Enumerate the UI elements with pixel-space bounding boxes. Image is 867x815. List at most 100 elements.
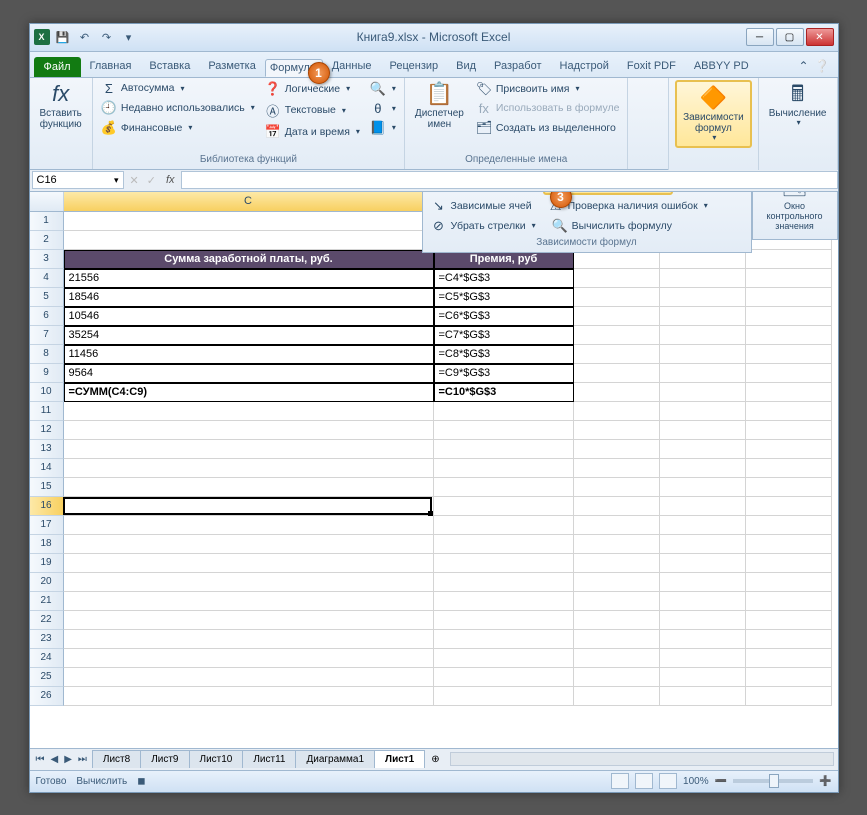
cell[interactable]	[434, 535, 574, 554]
cell[interactable]	[746, 478, 832, 497]
remove-arrows-button[interactable]: ⊘Убрать стрелки▾	[429, 217, 538, 235]
cell[interactable]	[660, 402, 746, 421]
cell[interactable]	[64, 459, 434, 478]
row-header[interactable]: 25	[30, 668, 64, 687]
sheet-tab[interactable]: Лист1	[374, 750, 425, 768]
cell[interactable]	[434, 630, 574, 649]
row-header[interactable]: 24	[30, 649, 64, 668]
ribbon-minimize-icon[interactable]: ⌃	[798, 59, 808, 73]
cell[interactable]	[660, 554, 746, 573]
row-header[interactable]: 18	[30, 535, 64, 554]
cell[interactable]: 10546	[64, 307, 434, 326]
cell[interactable]	[574, 459, 660, 478]
cell[interactable]	[660, 326, 746, 345]
cell[interactable]	[574, 269, 660, 288]
zoom-slider[interactable]	[733, 779, 813, 783]
cell[interactable]	[660, 364, 746, 383]
cell[interactable]	[434, 649, 574, 668]
cell[interactable]	[434, 497, 574, 516]
more-button[interactable]: 📘▾	[368, 119, 398, 137]
row-header[interactable]: 6	[30, 307, 64, 326]
cell[interactable]	[64, 630, 434, 649]
row-header[interactable]: 23	[30, 630, 64, 649]
row-header[interactable]: 2	[30, 231, 64, 250]
sheet-tab[interactable]: Лист10	[189, 750, 244, 768]
cell[interactable]	[574, 383, 660, 402]
cell[interactable]	[746, 649, 832, 668]
cell[interactable]	[574, 421, 660, 440]
cell[interactable]	[574, 364, 660, 383]
row-header[interactable]: 19	[30, 554, 64, 573]
horizontal-scrollbar[interactable]	[450, 752, 834, 766]
cell[interactable]	[746, 592, 832, 611]
cell[interactable]	[746, 459, 832, 478]
cell[interactable]	[574, 592, 660, 611]
sheet-tab[interactable]: Лист8	[92, 750, 141, 768]
cell[interactable]: 9564	[64, 364, 434, 383]
sheet-nav-next-icon[interactable]: ▶	[62, 754, 74, 765]
close-button[interactable]: ✕	[806, 28, 834, 46]
cell[interactable]	[574, 611, 660, 630]
cell[interactable]	[660, 288, 746, 307]
qat-dropdown-icon[interactable]: ▾	[120, 28, 138, 46]
row-header[interactable]: 12	[30, 421, 64, 440]
cell[interactable]	[746, 440, 832, 459]
cell[interactable]	[434, 592, 574, 611]
autosum-button[interactable]: ΣАвтосумма▾	[99, 80, 257, 97]
cell[interactable]	[660, 307, 746, 326]
minimize-button[interactable]: ─	[746, 28, 774, 46]
sheet-tab[interactable]: Лист11	[242, 750, 296, 768]
formula-input[interactable]	[181, 171, 838, 189]
tab-data[interactable]: Данные	[323, 55, 381, 77]
row-header[interactable]: 4	[30, 269, 64, 288]
fx-button[interactable]: fx	[160, 174, 181, 186]
cell[interactable]	[746, 668, 832, 687]
sheet-nav-last-icon[interactable]: ⏭	[76, 754, 89, 765]
cell[interactable]	[660, 269, 746, 288]
cell[interactable]: =C9*$G$3	[434, 364, 574, 383]
view-pagebreak-button[interactable]	[659, 773, 677, 789]
row-header[interactable]: 15	[30, 478, 64, 497]
row-header[interactable]: 9	[30, 364, 64, 383]
row-header[interactable]: 1	[30, 212, 64, 231]
name-manager-button[interactable]: 📋 Диспетчер имен	[411, 80, 468, 132]
cell[interactable]	[64, 687, 434, 706]
cell[interactable]	[660, 516, 746, 535]
row-header[interactable]: 8	[30, 345, 64, 364]
tab-layout[interactable]: Разметка	[199, 55, 265, 77]
cell[interactable]	[746, 402, 832, 421]
cell[interactable]	[660, 497, 746, 516]
cell[interactable]	[574, 478, 660, 497]
row-header[interactable]: 10	[30, 383, 64, 402]
tab-review[interactable]: Рецензир	[380, 55, 447, 77]
cell[interactable]	[746, 250, 832, 269]
cell[interactable]	[574, 535, 660, 554]
new-sheet-icon[interactable]: ⊕	[425, 754, 445, 765]
recent-button[interactable]: 🕘Недавно использовались▾	[99, 99, 257, 117]
cell[interactable]: 18546	[64, 288, 434, 307]
sheet-nav-first-icon[interactable]: ⏮	[34, 754, 47, 765]
cell[interactable]	[746, 383, 832, 402]
zoom-level[interactable]: 100%	[683, 776, 709, 787]
row-header[interactable]: 14	[30, 459, 64, 478]
cell[interactable]	[574, 687, 660, 706]
name-box[interactable]: C16▾	[32, 171, 124, 189]
select-all-corner[interactable]	[30, 192, 64, 211]
cell[interactable]	[434, 668, 574, 687]
cell[interactable]	[434, 478, 574, 497]
cell[interactable]	[574, 307, 660, 326]
calculation-button[interactable]: 🖩 Вычисление▾	[765, 80, 831, 130]
cell[interactable]: =C8*$G$3	[434, 345, 574, 364]
define-name-button[interactable]: 🏷Присвоить имя▾	[474, 80, 622, 98]
cell[interactable]	[746, 288, 832, 307]
cell[interactable]	[64, 231, 434, 250]
create-from-selection-button[interactable]: 🗂Создать из выделенного	[474, 119, 622, 137]
row-header[interactable]: 3	[30, 250, 64, 269]
cell[interactable]: =C10*$G$3	[434, 383, 574, 402]
cell[interactable]	[64, 421, 434, 440]
zoom-out-icon[interactable]: ➖	[715, 776, 727, 787]
trace-precedents-button[interactable]: ↗Влияющие ячей	[429, 192, 532, 195]
row-header[interactable]: 26	[30, 687, 64, 706]
financial-button[interactable]: 💰Финансовые▾	[99, 119, 257, 137]
cell[interactable]: =СУММ(C4:C9)	[64, 383, 434, 402]
